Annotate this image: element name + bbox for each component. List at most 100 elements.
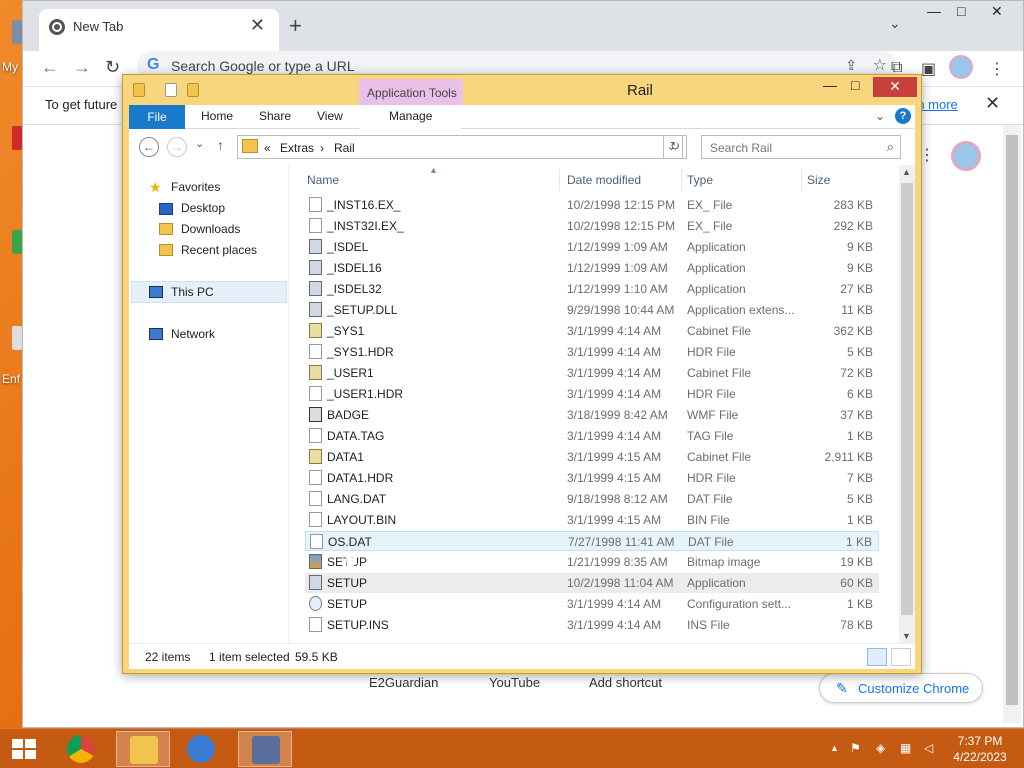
action-center-flag-icon[interactable]: ⚑ xyxy=(850,741,861,755)
explorer-minimize-button[interactable]: — xyxy=(823,77,837,93)
shortcut-youtube[interactable]: YouTube xyxy=(489,675,540,690)
bookmark-star-icon[interactable]: ☆ xyxy=(873,55,887,75)
application-tools-tab[interactable]: Application Tools xyxy=(359,79,463,105)
file-row[interactable]: BADGE 3/18/1999 8:42 AM WMF File 37 KB xyxy=(305,405,879,425)
file-row[interactable]: SETUP 3/1/1999 4:14 AM Configuration sett.… xyxy=(305,594,879,614)
desktop-icon-stub[interactable] xyxy=(12,230,22,254)
column-type[interactable]: Type xyxy=(687,173,713,187)
side-panel-icon[interactable]: ▣ xyxy=(921,59,936,79)
desktop-icon-label[interactable]: Enf xyxy=(2,372,20,386)
column-name[interactable]: Name xyxy=(307,173,339,187)
refresh-icon[interactable]: ↻ xyxy=(663,135,687,159)
chrome-minimize-button[interactable]: — xyxy=(927,3,941,19)
taskbar-app-people[interactable] xyxy=(174,731,228,767)
desktop-icon-stub[interactable] xyxy=(12,126,22,150)
tab-file[interactable]: File xyxy=(129,105,185,129)
search-icon[interactable]: ⌕ xyxy=(887,139,894,155)
taskbar-chrome[interactable] xyxy=(54,731,108,767)
tab-manage[interactable]: Manage xyxy=(389,109,432,123)
show-hidden-icons[interactable]: ▲ xyxy=(830,743,839,753)
breadcrumb-extras[interactable]: Extras xyxy=(280,141,314,155)
infobar-close-icon[interactable]: ✕ xyxy=(985,93,1000,114)
desktop-icon-stub[interactable] xyxy=(12,326,22,350)
file-row[interactable]: _USER1 3/1/1999 4:14 AM Cabinet File 72 KB xyxy=(305,363,879,383)
tray-app-icon[interactable]: ◈ xyxy=(876,741,885,755)
shortcut-add[interactable]: Add shortcut xyxy=(589,675,662,690)
details-view-button[interactable] xyxy=(867,648,887,666)
tab-view[interactable]: View xyxy=(317,109,343,123)
address-overflow[interactable]: « xyxy=(264,141,271,155)
file-row[interactable]: _SYS1.HDR 3/1/1999 4:14 AM HDR File 5 KB xyxy=(305,342,879,362)
search-box[interactable]: Search Rail ⌕ xyxy=(701,135,901,159)
file-row[interactable]: SETUP 10/2/1998 11:04 AM Application 60 KB xyxy=(305,573,879,593)
properties-icon[interactable] xyxy=(165,83,177,97)
page-avatar[interactable] xyxy=(951,141,981,171)
help-icon[interactable]: ? xyxy=(895,108,911,124)
nav-this-pc[interactable]: This PC xyxy=(171,285,214,299)
file-row[interactable]: _INST32I.EX_ 10/2/1998 12:15 PM EX_ File 29… xyxy=(305,216,879,236)
chrome-tab-new-tab[interactable]: New Tab ✕ xyxy=(39,9,279,51)
nav-downloads[interactable]: Downloads xyxy=(181,222,240,236)
nav-favorites[interactable]: Favorites xyxy=(171,180,220,194)
file-row[interactable]: _SYS1 3/1/1999 4:14 AM Cabinet File 362 KB xyxy=(305,321,879,341)
nav-recent-places[interactable]: Recent places xyxy=(181,243,257,257)
reload-icon[interactable]: ↻ xyxy=(105,57,120,78)
shortcut-e2guardian[interactable]: E2Guardian xyxy=(369,675,438,690)
forward-icon[interactable]: → xyxy=(167,137,187,157)
tab-home[interactable]: Home xyxy=(201,109,233,123)
chrome-close-button[interactable]: ✕ xyxy=(991,3,1003,20)
column-divider[interactable] xyxy=(681,169,682,191)
profile-avatar[interactable] xyxy=(949,55,973,79)
tab-search-icon[interactable]: ⌄ xyxy=(889,15,901,32)
recent-locations-icon[interactable]: ⌄ xyxy=(195,137,204,150)
ribbon-expand-icon[interactable]: ⌄ xyxy=(875,109,885,123)
file-row[interactable]: _SETUP.DLL 9/29/1998 10:44 AM Application … xyxy=(305,300,879,320)
scroll-up-icon[interactable]: ▲ xyxy=(902,167,911,177)
clock-time[interactable]: 7:37 PM xyxy=(950,734,1010,748)
column-size[interactable]: Size xyxy=(807,173,830,187)
search-placeholder[interactable]: Search Rail xyxy=(710,141,772,155)
taskbar-app-setup[interactable] xyxy=(238,731,292,767)
close-tab-icon[interactable]: ✕ xyxy=(250,15,265,36)
share-icon[interactable]: ⇪ xyxy=(845,57,857,74)
explorer-close-button[interactable]: ✕ xyxy=(873,77,917,97)
file-row[interactable]: OS.DAT 7/27/1998 11:41 AM DAT File 1 KB xyxy=(305,531,879,551)
breadcrumb-rail[interactable]: Rail xyxy=(334,141,355,155)
customize-chrome-button[interactable]: ✎ Customize Chrome xyxy=(819,673,983,703)
file-row[interactable]: DATA1.HDR 3/1/1999 4:15 AM HDR File 7 KB xyxy=(305,468,879,488)
taskbar-file-explorer[interactable] xyxy=(116,731,170,767)
file-row[interactable]: _INST16.EX_ 10/2/1998 12:15 PM EX_ File 283… xyxy=(305,195,879,215)
up-icon[interactable]: ↑ xyxy=(217,137,224,153)
file-row[interactable]: _USER1.HDR 3/1/1999 4:14 AM HDR File 6 KB xyxy=(305,384,879,404)
file-row[interactable]: _ISDEL32 1/12/1999 1:10 AM Application 27 K… xyxy=(305,279,879,299)
chrome-scrollbar-thumb[interactable] xyxy=(1006,135,1018,705)
scroll-down-icon[interactable]: ▼ xyxy=(902,631,911,641)
breadcrumb-separator[interactable]: › xyxy=(320,141,324,155)
address-bar[interactable]: « Extras › Rail ⌄ xyxy=(237,135,683,159)
new-folder-icon[interactable] xyxy=(187,83,199,97)
clock-date[interactable]: 4/22/2023 xyxy=(950,750,1010,764)
network-icon[interactable]: ▦ xyxy=(900,741,911,755)
back-icon[interactable]: ← xyxy=(139,137,159,157)
nav-desktop[interactable]: Desktop xyxy=(181,201,225,215)
new-tab-button[interactable]: + xyxy=(289,13,302,39)
file-row[interactable]: DATA1 3/1/1999 4:15 AM Cabinet File 2,911 K… xyxy=(305,447,879,467)
forward-icon[interactable]: → xyxy=(73,57,91,78)
chrome-menu-icon[interactable]: ⋮ xyxy=(989,59,1005,79)
file-row[interactable]: SETUP 1/21/1999 8:35 AM Bitmap image 19 KB xyxy=(305,552,879,572)
file-row[interactable]: LAYOUT.BIN 3/1/1999 4:15 AM BIN File 1 KB xyxy=(305,510,879,530)
omnibox-placeholder[interactable]: Search Google or type a URL xyxy=(171,58,355,74)
column-date-modified[interactable]: Date modified xyxy=(567,173,641,187)
file-list-scrollbar[interactable]: ▲ ▼ xyxy=(899,165,915,643)
column-divider[interactable] xyxy=(559,169,560,191)
tab-share[interactable]: Share xyxy=(259,109,291,123)
file-row[interactable]: LANG.DAT 9/18/1998 8:12 AM DAT File 5 KB xyxy=(305,489,879,509)
chrome-maximize-button[interactable]: □ xyxy=(957,3,965,19)
start-button[interactable] xyxy=(12,739,36,759)
nav-network[interactable]: Network xyxy=(171,327,215,341)
large-icons-view-button[interactable] xyxy=(891,648,911,666)
back-icon[interactable]: ← xyxy=(41,57,59,78)
file-row[interactable]: _ISDEL16 1/12/1999 1:09 AM Application 9 KB xyxy=(305,258,879,278)
scrollbar-thumb[interactable] xyxy=(901,183,913,615)
desktop-icon-stub[interactable] xyxy=(12,20,22,44)
